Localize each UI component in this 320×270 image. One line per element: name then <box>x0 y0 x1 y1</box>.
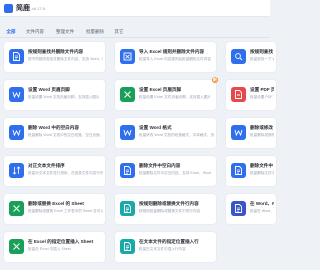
tab-file-content[interactable]: 文件内容 <box>22 26 48 37</box>
search-doc-icon <box>231 49 246 64</box>
tool-card-title: 在文本文件的指定位置插入行 <box>139 239 199 244</box>
tool-card-title: 设置 Word 页眉页脚 <box>28 87 70 92</box>
tool-card-description: 批量删除或修改 Word 文档 <box>250 133 274 137</box>
tool-card-description: 批量删除或替换 Excel 工作表中的 Sheet 并可以设置 <box>28 209 103 213</box>
excel-import-icon <box>120 49 135 64</box>
tool-card-title: 对正文本文件排序 <box>28 163 65 168</box>
word-icon <box>231 125 246 140</box>
tool-card-description: 批量删除文件中空白内容，支持 Excel、Word <box>139 171 212 175</box>
new-badge: 新 <box>212 77 218 83</box>
tool-card-description: 批量设置 Excel 文件页眉页脚，支持插入图片 <box>139 95 211 99</box>
tool-card-title: 设置 Excel 页眉页脚 <box>139 87 182 92</box>
app-name: 简鹿 <box>16 5 30 12</box>
tool-card[interactable]: 在 Excel 的指定位置插入 Sheet 批量在 Excel 中插入 Sheet <box>4 232 105 262</box>
tool-card[interactable]: 在 Word、PDF 批量在 Word、PDF 中 <box>226 194 276 224</box>
tool-card-description: 批量在文本文件中插入行内容 <box>139 247 186 251</box>
app-logo-icon <box>4 4 13 13</box>
text-doc-icon <box>120 163 135 178</box>
tool-card-title: 按规则查找 <box>250 49 273 54</box>
tab-batch-delete[interactable]: 批量删除 <box>82 26 108 37</box>
tool-card[interactable]: 删除或替换 Excel 的 Sheet 批量删除或替换 Excel 工作表中的 S… <box>4 194 105 224</box>
tool-card-description: 批量设置 Word 文档页眉页脚，支持插入图片 <box>28 95 100 99</box>
tabs-divider <box>0 37 270 38</box>
tool-card-description: 按规则批量删除或替换文件中的行内容 <box>139 209 201 213</box>
top-bar: 简鹿 v6.17.8 <box>0 0 270 17</box>
tool-card-title: 导入 Excel 规则并删除文件内容 <box>139 49 205 54</box>
tool-card-title: 删除或修改 <box>250 125 273 130</box>
text-doc-icon <box>231 201 246 216</box>
tool-card[interactable]: 设置 PDF 页眉批量设置 PDF 页眉页脚 <box>226 80 276 110</box>
tool-card[interactable]: 按规则删除或替换文件行内容 按规则批量删除或替换文件中的行内容 <box>115 194 216 224</box>
tool-card-description: 批量删除文件中的 <box>250 171 274 175</box>
tool-card-description: 批量对文本文件进行排序，在各类文件内容行列进行。 <box>28 171 103 175</box>
pdf-icon <box>231 87 246 102</box>
tool-card[interactable]: 删除或修改批量删除或修改 Word 文档 <box>226 118 276 148</box>
tool-card-description: 批量修改 Word 文档的段落格式、字体格式、页面格式 <box>139 133 214 137</box>
tab-other[interactable]: 其它 <box>111 26 127 37</box>
text-doc-icon <box>120 239 135 254</box>
tool-card-title: 在 Word、PDF <box>250 201 274 206</box>
tool-card[interactable]: 导入 Excel 规则并删除文件内容批量导入 Excel 内容规则后批量删除文件… <box>115 42 216 72</box>
tool-card-title: 设置 Word 格式 <box>139 125 172 130</box>
tool-card[interactable]: 设置 Word 格式批量修改 Word 文档的段落格式、字体格式、页面格式 <box>115 118 216 148</box>
excel-icon <box>120 87 135 102</box>
tool-card-title: 按规则查找并删除文件内容 <box>28 49 84 54</box>
text-doc-icon <box>231 163 246 178</box>
sort-icon <box>9 163 24 178</box>
tool-card-description: 按不同规则查找并删除文件内容，支持 Word、E <box>28 57 103 61</box>
tool-card[interactable]: 删除文件中空白内容批量删除文件中空白内容，支持 Excel、Word <box>115 156 216 186</box>
tool-card[interactable]: 删除 Word 中的空白内容批量删除 Word 文档中的空白段落、空白页面、空白 <box>4 118 105 148</box>
tool-card-title: 删除文件中 <box>250 163 273 168</box>
word-icon <box>9 125 24 140</box>
tool-card[interactable]: 按规则查找批量查找一下 Word、Excel <box>226 42 276 72</box>
tool-card-title: 设置 PDF 页眉 <box>250 87 274 92</box>
tool-card-title: 在 Excel 的指定位置插入 Sheet <box>28 239 94 244</box>
tool-card[interactable]: 按规则查找并删除文件内容按不同规则查找并删除文件内容，支持 Word、E <box>4 42 105 72</box>
tool-card-title: 按规则删除或替换文件行内容 <box>139 201 199 206</box>
tool-card[interactable]: 设置 Excel 页眉页脚批量设置 Excel 文件页眉页脚，支持插入图片 <box>115 80 216 110</box>
text-doc-icon <box>120 201 135 216</box>
tool-card-description: 批量导入 Excel 内容规则后批量删除文件内容 <box>139 57 211 61</box>
excel-icon <box>9 239 24 254</box>
tool-card-description: 批量删除 Word 文档中的空白段落、空白页面、空白 <box>28 133 103 137</box>
tool-card-description: 批量查找一下 Word、Excel <box>250 57 274 61</box>
excel-icon <box>9 201 24 216</box>
category-tabs: 全部 文件内容 整理文件 批量删除 其它 <box>0 26 270 38</box>
tool-card[interactable]: 设置 Word 页眉页脚批量设置 Word 文档页眉页脚，支持插入图片 <box>4 80 105 110</box>
app-version: v6.17.8 <box>32 6 46 11</box>
tool-card-description: 批量在 Word、PDF 中 <box>250 209 274 213</box>
word-icon <box>9 87 24 102</box>
word-icon <box>120 125 135 140</box>
tab-organize-files[interactable]: 整理文件 <box>52 26 78 37</box>
tool-card-description: 批量在 Excel 中插入 Sheet <box>28 247 71 251</box>
tool-card[interactable]: 删除文件中批量删除文件中的 <box>226 156 276 186</box>
tool-card-title: 删除文件中空白内容 <box>139 163 181 168</box>
tool-card-title: 删除或替换 Excel 的 Sheet <box>28 201 84 206</box>
tool-card-title: 删除 Word 中的空白内容 <box>28 125 79 130</box>
tool-card-description: 批量设置 PDF 页眉页脚 <box>250 95 274 99</box>
text-doc-icon <box>9 49 24 64</box>
tool-card[interactable]: 对正文本文件排序批量对文本文件进行排序，在各类文件内容行列进行。 <box>4 156 105 186</box>
tab-all[interactable]: 全部 <box>2 26 20 38</box>
tool-card[interactable]: 在文本文件的指定位置插入行 批量在文本文件中插入行内容 <box>115 232 216 262</box>
